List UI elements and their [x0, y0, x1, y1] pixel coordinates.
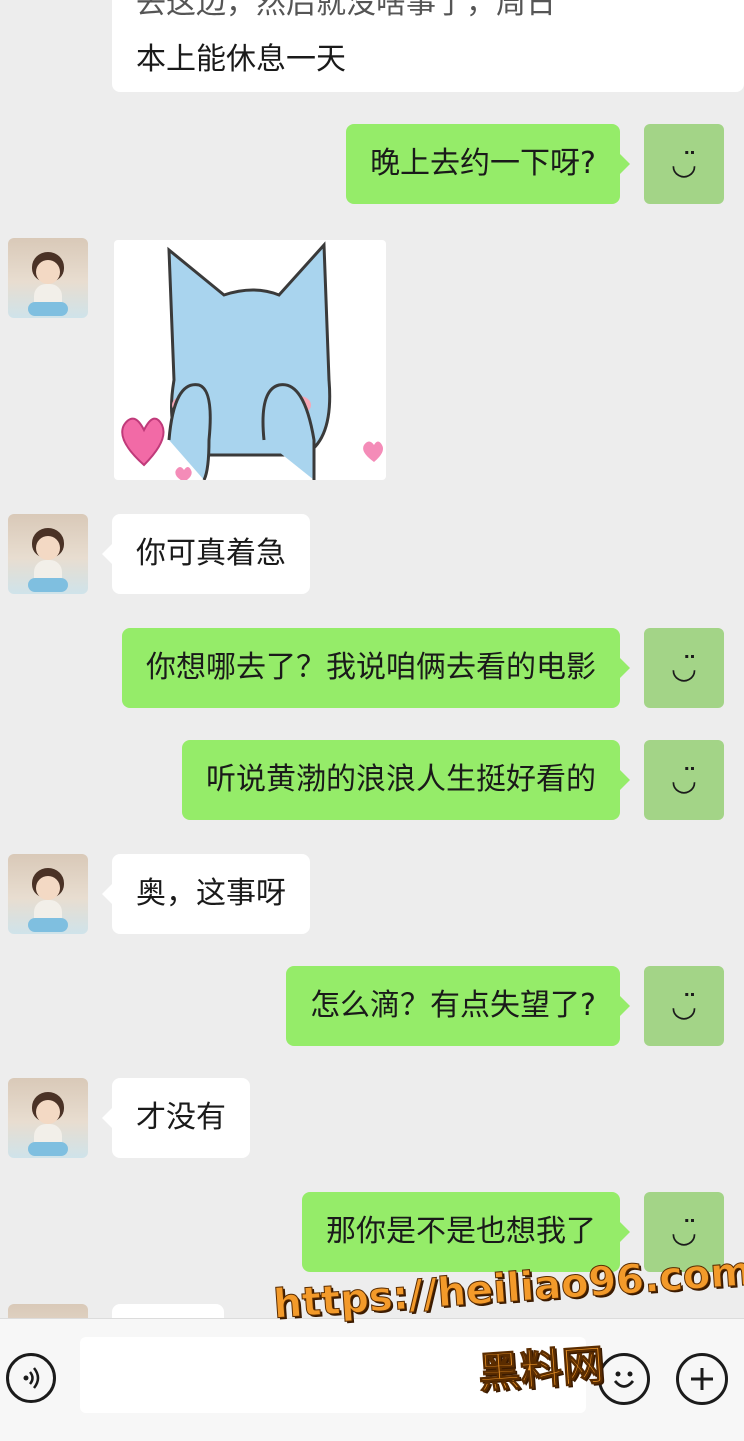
- plus-icon: [691, 1368, 713, 1390]
- input-bar: [0, 1318, 744, 1441]
- message-bubble-incoming[interactable]: 奥，这事呀: [102, 854, 310, 934]
- smile-glyph-icon: ◡̈: [670, 762, 698, 798]
- smile-glyph-icon: ◡̈: [670, 988, 698, 1024]
- message-bubble-incoming[interactable]: 去这边，然后就没啥事了，周日 本上能休息一天: [112, 0, 744, 92]
- message-bubble-incoming[interactable]: 你可真着急: [102, 514, 310, 594]
- self-avatar[interactable]: ◡̈: [644, 124, 724, 204]
- contact-avatar[interactable]: [8, 238, 88, 318]
- contact-avatar[interactable]: [8, 1078, 88, 1158]
- more-button[interactable]: [676, 1353, 728, 1405]
- message-bubble-outgoing[interactable]: 你想哪去了？我说咱俩去看的电影: [122, 628, 630, 708]
- message-bubble-outgoing[interactable]: 怎么滴？有点失望了?: [286, 966, 630, 1046]
- message-text: 本上能休息一天: [136, 42, 346, 77]
- message-bubble-incoming[interactable]: [112, 1304, 224, 1318]
- self-avatar[interactable]: ◡̈: [644, 628, 724, 708]
- message-bubble-outgoing[interactable]: 听说黄渤的浪浪人生挺好看的: [182, 740, 630, 820]
- message-text: 才没有: [136, 1100, 226, 1135]
- smile-glyph-icon: ◡̈: [670, 650, 698, 686]
- contact-avatar[interactable]: [8, 514, 88, 594]
- message-bubble-incoming[interactable]: 才没有: [102, 1078, 250, 1158]
- message-text: 你想哪去了？我说咱俩去看的电影: [146, 650, 596, 685]
- message-text: 那你是不是也想我了: [326, 1214, 596, 1249]
- message-text: 听说黄渤的浪浪人生挺好看的: [206, 762, 596, 797]
- message-text: 你可真着急: [136, 536, 286, 571]
- chat-area[interactable]: 去这边，然后就没啥事了，周日 本上能休息一天 晚上去约一下呀? ◡̈ 你可真着急…: [0, 0, 744, 1318]
- self-avatar[interactable]: ◡̈: [644, 740, 724, 820]
- message-text: 晚上去约一下呀?: [370, 146, 596, 181]
- sticker-message[interactable]: [114, 240, 386, 480]
- message-text-partial: 去这边，然后就没啥事了，周日: [136, 0, 556, 21]
- voice-icon: [23, 1367, 40, 1389]
- message-text: 怎么滴？有点失望了?: [310, 988, 596, 1023]
- contact-avatar[interactable]: [8, 1304, 88, 1318]
- self-avatar[interactable]: ◡̈: [644, 966, 724, 1046]
- smile-glyph-icon: ◡̈: [670, 146, 698, 182]
- voice-button[interactable]: [6, 1353, 56, 1403]
- watermark-name: 黑料网: [476, 1340, 606, 1399]
- emoji-icon: [613, 1371, 635, 1388]
- emoji-button[interactable]: [598, 1353, 650, 1405]
- message-bubble-outgoing[interactable]: 晚上去约一下呀?: [346, 124, 630, 204]
- blue-cat-sticker-icon: [121, 241, 383, 480]
- contact-avatar[interactable]: [8, 854, 88, 934]
- smile-glyph-icon: ◡̈: [670, 1214, 698, 1250]
- message-text: 奥，这事呀: [136, 876, 286, 911]
